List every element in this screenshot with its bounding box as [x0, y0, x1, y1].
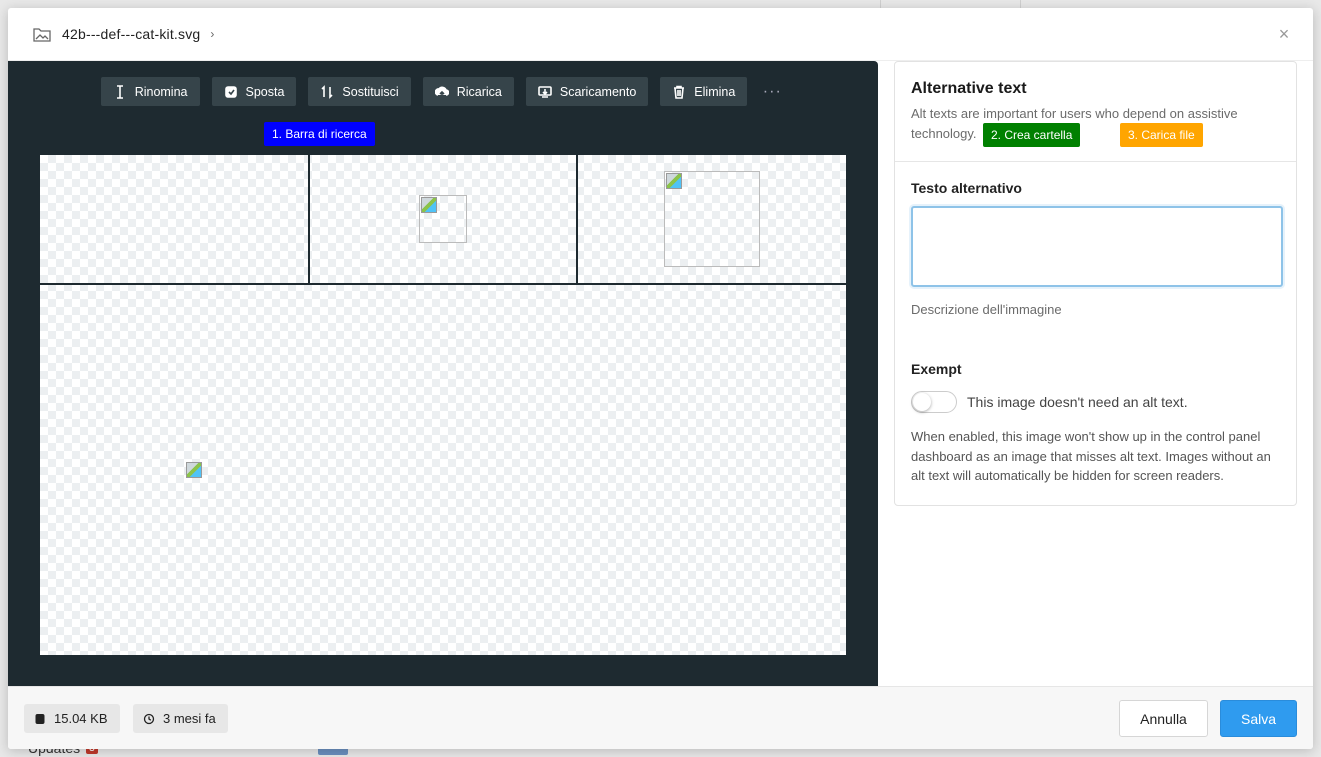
file-toolbar: Rinomina Sposta Sostituisci Ricarica Sca… — [8, 77, 878, 106]
grid-divider — [308, 155, 310, 283]
modified-time: 3 mesi fa — [163, 711, 216, 726]
alt-text-label: Testo alternativo — [911, 180, 1022, 196]
reload-button[interactable]: Ricarica — [422, 77, 514, 106]
broken-image-icon — [419, 195, 467, 243]
toggle-knob — [913, 393, 931, 411]
replace-icon — [321, 84, 333, 99]
dialog-footer: 15.04 KB 3 mesi fa Annulla Salva — [8, 686, 1313, 749]
upload-cloud-icon — [434, 86, 449, 98]
panel-description: Alt texts are important for users who de… — [911, 106, 1238, 141]
delete-label: Elimina — [694, 84, 736, 99]
text-cursor-icon — [116, 84, 123, 99]
chevron-right-icon[interactable]: › — [210, 27, 214, 41]
more-options-button[interactable]: ··· — [759, 77, 785, 106]
alt-text-form: Testo alternativo Descrizione dell'immag… — [895, 162, 1296, 504]
trash-icon — [674, 85, 685, 99]
move-button[interactable]: Sposta — [211, 77, 297, 106]
download-label: Scaricamento — [559, 84, 637, 99]
download-icon — [538, 85, 552, 98]
file-size-chip: 15.04 KB — [24, 704, 120, 733]
clock-icon — [143, 713, 155, 724]
modified-chip: 3 mesi fa — [133, 704, 228, 733]
grid-divider — [576, 155, 578, 283]
delete-button[interactable]: Elimina — [660, 77, 748, 106]
file-dialog: 42b---def---cat-kit.svg › × Rinomina Spo… — [8, 8, 1313, 749]
alt-text-help: Descrizione dell'immagine — [911, 302, 1062, 317]
replace-button[interactable]: Sostituisci — [308, 77, 411, 106]
background-divider — [880, 0, 881, 8]
alt-text-input[interactable] — [911, 206, 1283, 287]
background-divider — [1020, 0, 1021, 8]
file-size: 15.04 KB — [54, 711, 108, 726]
close-icon[interactable]: × — [1275, 25, 1293, 43]
download-button[interactable]: Scaricamento — [525, 77, 649, 106]
cancel-button[interactable]: Annulla — [1119, 700, 1208, 737]
dialog-header: 42b---def---cat-kit.svg › × — [8, 8, 1313, 61]
grid-divider — [40, 283, 846, 285]
rename-button[interactable]: Rinomina — [100, 77, 200, 106]
image-preview — [40, 155, 846, 655]
preview-pane: Rinomina Sposta Sostituisci Ricarica Sca… — [8, 61, 878, 686]
rename-label: Rinomina — [134, 84, 188, 99]
save-button[interactable]: Salva — [1220, 700, 1297, 737]
create-folder-tag: 2. Crea cartella — [983, 123, 1081, 147]
alt-text-header: Alternative text Alt texts are important… — [895, 62, 1296, 162]
exempt-label: Exempt — [911, 361, 962, 377]
move-label: Sposta — [245, 84, 285, 99]
exempt-toggle[interactable] — [911, 391, 957, 413]
database-icon — [35, 713, 45, 724]
exempt-toggle-row: This image doesn't need an alt text. — [911, 391, 1280, 413]
upload-file-tag: 3. Carica file — [1120, 123, 1203, 147]
file-name: 42b---def---cat-kit.svg — [62, 26, 201, 42]
exempt-toggle-text: This image doesn't need an alt text. — [967, 394, 1188, 410]
reload-label: Ricarica — [456, 84, 502, 99]
search-bar-tag: 1. Barra di ricerca — [264, 122, 375, 146]
broken-image-icon — [185, 461, 203, 479]
broken-image-icon — [664, 171, 760, 267]
image-file-icon — [33, 28, 51, 42]
alt-text-panel: Alternative text Alt texts are important… — [894, 61, 1297, 506]
replace-label: Sostituisci — [342, 84, 399, 99]
exempt-description: When enabled, this image won't show up i… — [911, 429, 1271, 483]
panel-title: Alternative text — [911, 80, 1027, 97]
move-icon — [224, 85, 237, 98]
